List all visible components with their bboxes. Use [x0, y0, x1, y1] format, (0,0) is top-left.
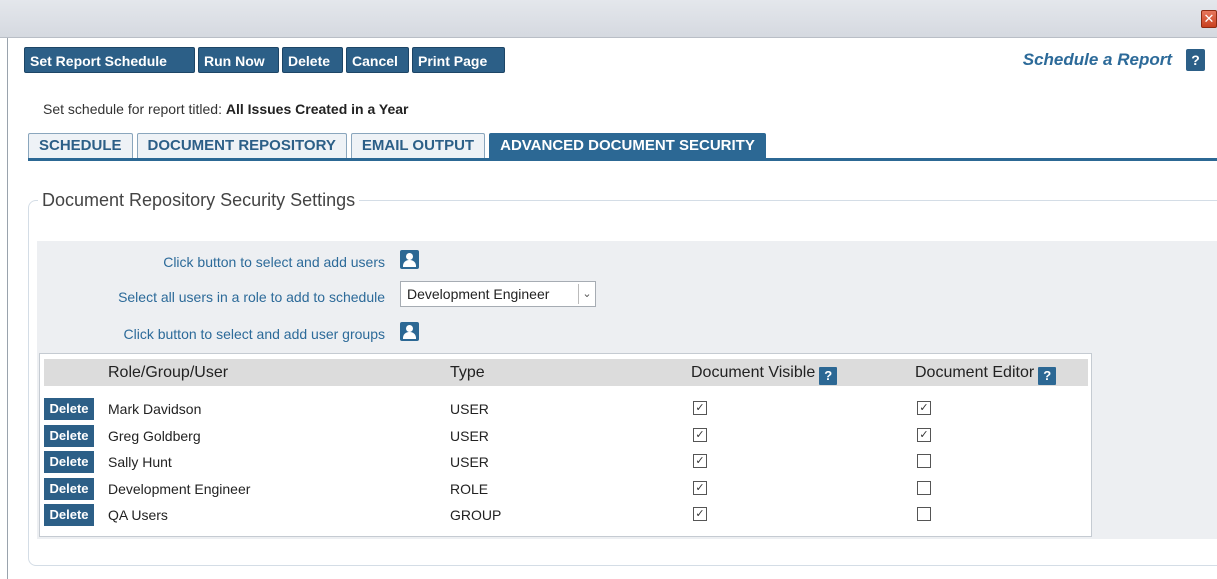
- add-groups-label: Click button to select and add user grou…: [123, 326, 386, 342]
- window-left-border: [7, 38, 8, 579]
- document-visible-checkbox[interactable]: ✓: [693, 481, 707, 495]
- tab-advanced-document-security[interactable]: ADVANCED DOCUMENT SECURITY: [489, 133, 766, 159]
- row-type: USER: [450, 428, 489, 444]
- row-name: QA Users: [108, 507, 168, 523]
- print-page-button[interactable]: Print Page: [412, 47, 505, 73]
- help-icon[interactable]: ?: [1038, 367, 1057, 385]
- subtitle-prefix: Set schedule for report titled:: [43, 101, 226, 117]
- tab-document-repository[interactable]: DOCUMENT REPOSITORY: [136, 133, 347, 159]
- row-name: Mark Davidson: [108, 401, 202, 417]
- row-delete-button[interactable]: Delete: [44, 478, 94, 500]
- delete-button[interactable]: Delete: [282, 47, 343, 73]
- role-select[interactable]: Development Engineer ⌄: [400, 281, 596, 307]
- tab-bar: SCHEDULE DOCUMENT REPOSITORY EMAIL OUTPU…: [28, 133, 770, 159]
- table-row: Delete Sally Hunt USER ✓: [44, 449, 1088, 475]
- table-header: Role/Group/User Type Document Visible? D…: [44, 359, 1088, 386]
- help-icon[interactable]: ?: [819, 367, 838, 385]
- report-title: All Issues Created in a Year: [225, 101, 409, 117]
- page-title: Schedule a Report: [1022, 50, 1172, 69]
- table-row: Delete QA Users GROUP ✓: [44, 502, 1088, 528]
- row-delete-button[interactable]: Delete: [44, 504, 94, 526]
- section-legend: Document Repository Security Settings: [38, 190, 360, 211]
- tab-underline: [28, 158, 1217, 161]
- window-titlebar: ✕: [0, 0, 1217, 38]
- row-type: USER: [450, 454, 489, 470]
- tab-schedule[interactable]: SCHEDULE: [28, 133, 133, 159]
- header-type: Type: [450, 364, 485, 381]
- row-name: Greg Goldberg: [108, 428, 201, 444]
- chevron-down-icon[interactable]: ⌄: [578, 284, 595, 304]
- add-user-icon[interactable]: [400, 250, 419, 269]
- row-delete-button[interactable]: Delete: [44, 451, 94, 473]
- document-visible-checkbox[interactable]: ✓: [693, 454, 707, 468]
- header-document-visible: Document Visible?: [691, 359, 838, 386]
- document-visible-checkbox[interactable]: ✓: [693, 428, 707, 442]
- header-document-visible-label: Document Visible: [691, 364, 816, 381]
- document-editor-checkbox[interactable]: ✓: [917, 428, 931, 442]
- document-editor-checkbox[interactable]: [917, 481, 931, 495]
- toolbar: Set Report Schedule Run Now Delete Cance…: [24, 47, 508, 73]
- add-group-icon[interactable]: [400, 322, 419, 341]
- table-row: Delete Development Engineer ROLE ✓: [44, 476, 1088, 502]
- row-type: USER: [450, 401, 489, 417]
- row-type: ROLE: [450, 481, 489, 497]
- document-editor-checkbox[interactable]: [917, 507, 931, 521]
- role-select-value: Development Engineer: [407, 286, 550, 302]
- close-icon[interactable]: ✕: [1201, 10, 1217, 28]
- document-editor-checkbox[interactable]: [917, 454, 931, 468]
- row-name: Development Engineer: [108, 481, 251, 497]
- help-icon[interactable]: ?: [1186, 49, 1205, 71]
- table-row: Delete Greg Goldberg USER ✓ ✓: [44, 423, 1088, 449]
- header-role-group-user: Role/Group/User: [108, 364, 229, 381]
- row-type: GROUP: [450, 507, 502, 523]
- role-select-label: Select all users in a role to add to sch…: [118, 289, 385, 305]
- document-visible-checkbox[interactable]: ✓: [693, 401, 707, 415]
- document-visible-checkbox[interactable]: ✓: [693, 507, 707, 521]
- header-document-editor: Document Editor?: [915, 359, 1057, 386]
- row-delete-button[interactable]: Delete: [44, 425, 94, 447]
- report-subtitle: Set schedule for report titled: All Issu…: [43, 101, 409, 117]
- tab-email-output[interactable]: EMAIL OUTPUT: [350, 133, 486, 159]
- document-editor-checkbox[interactable]: ✓: [917, 401, 931, 415]
- table-row: Delete Mark Davidson USER ✓ ✓: [44, 396, 1088, 422]
- set-report-schedule-button[interactable]: Set Report Schedule: [24, 47, 195, 73]
- row-name: Sally Hunt: [108, 454, 172, 470]
- header-document-editor-label: Document Editor: [915, 364, 1035, 381]
- run-now-button[interactable]: Run Now: [198, 47, 279, 73]
- cancel-button[interactable]: Cancel: [346, 47, 409, 73]
- add-users-label: Click button to select and add users: [163, 254, 385, 270]
- row-delete-button[interactable]: Delete: [44, 398, 94, 420]
